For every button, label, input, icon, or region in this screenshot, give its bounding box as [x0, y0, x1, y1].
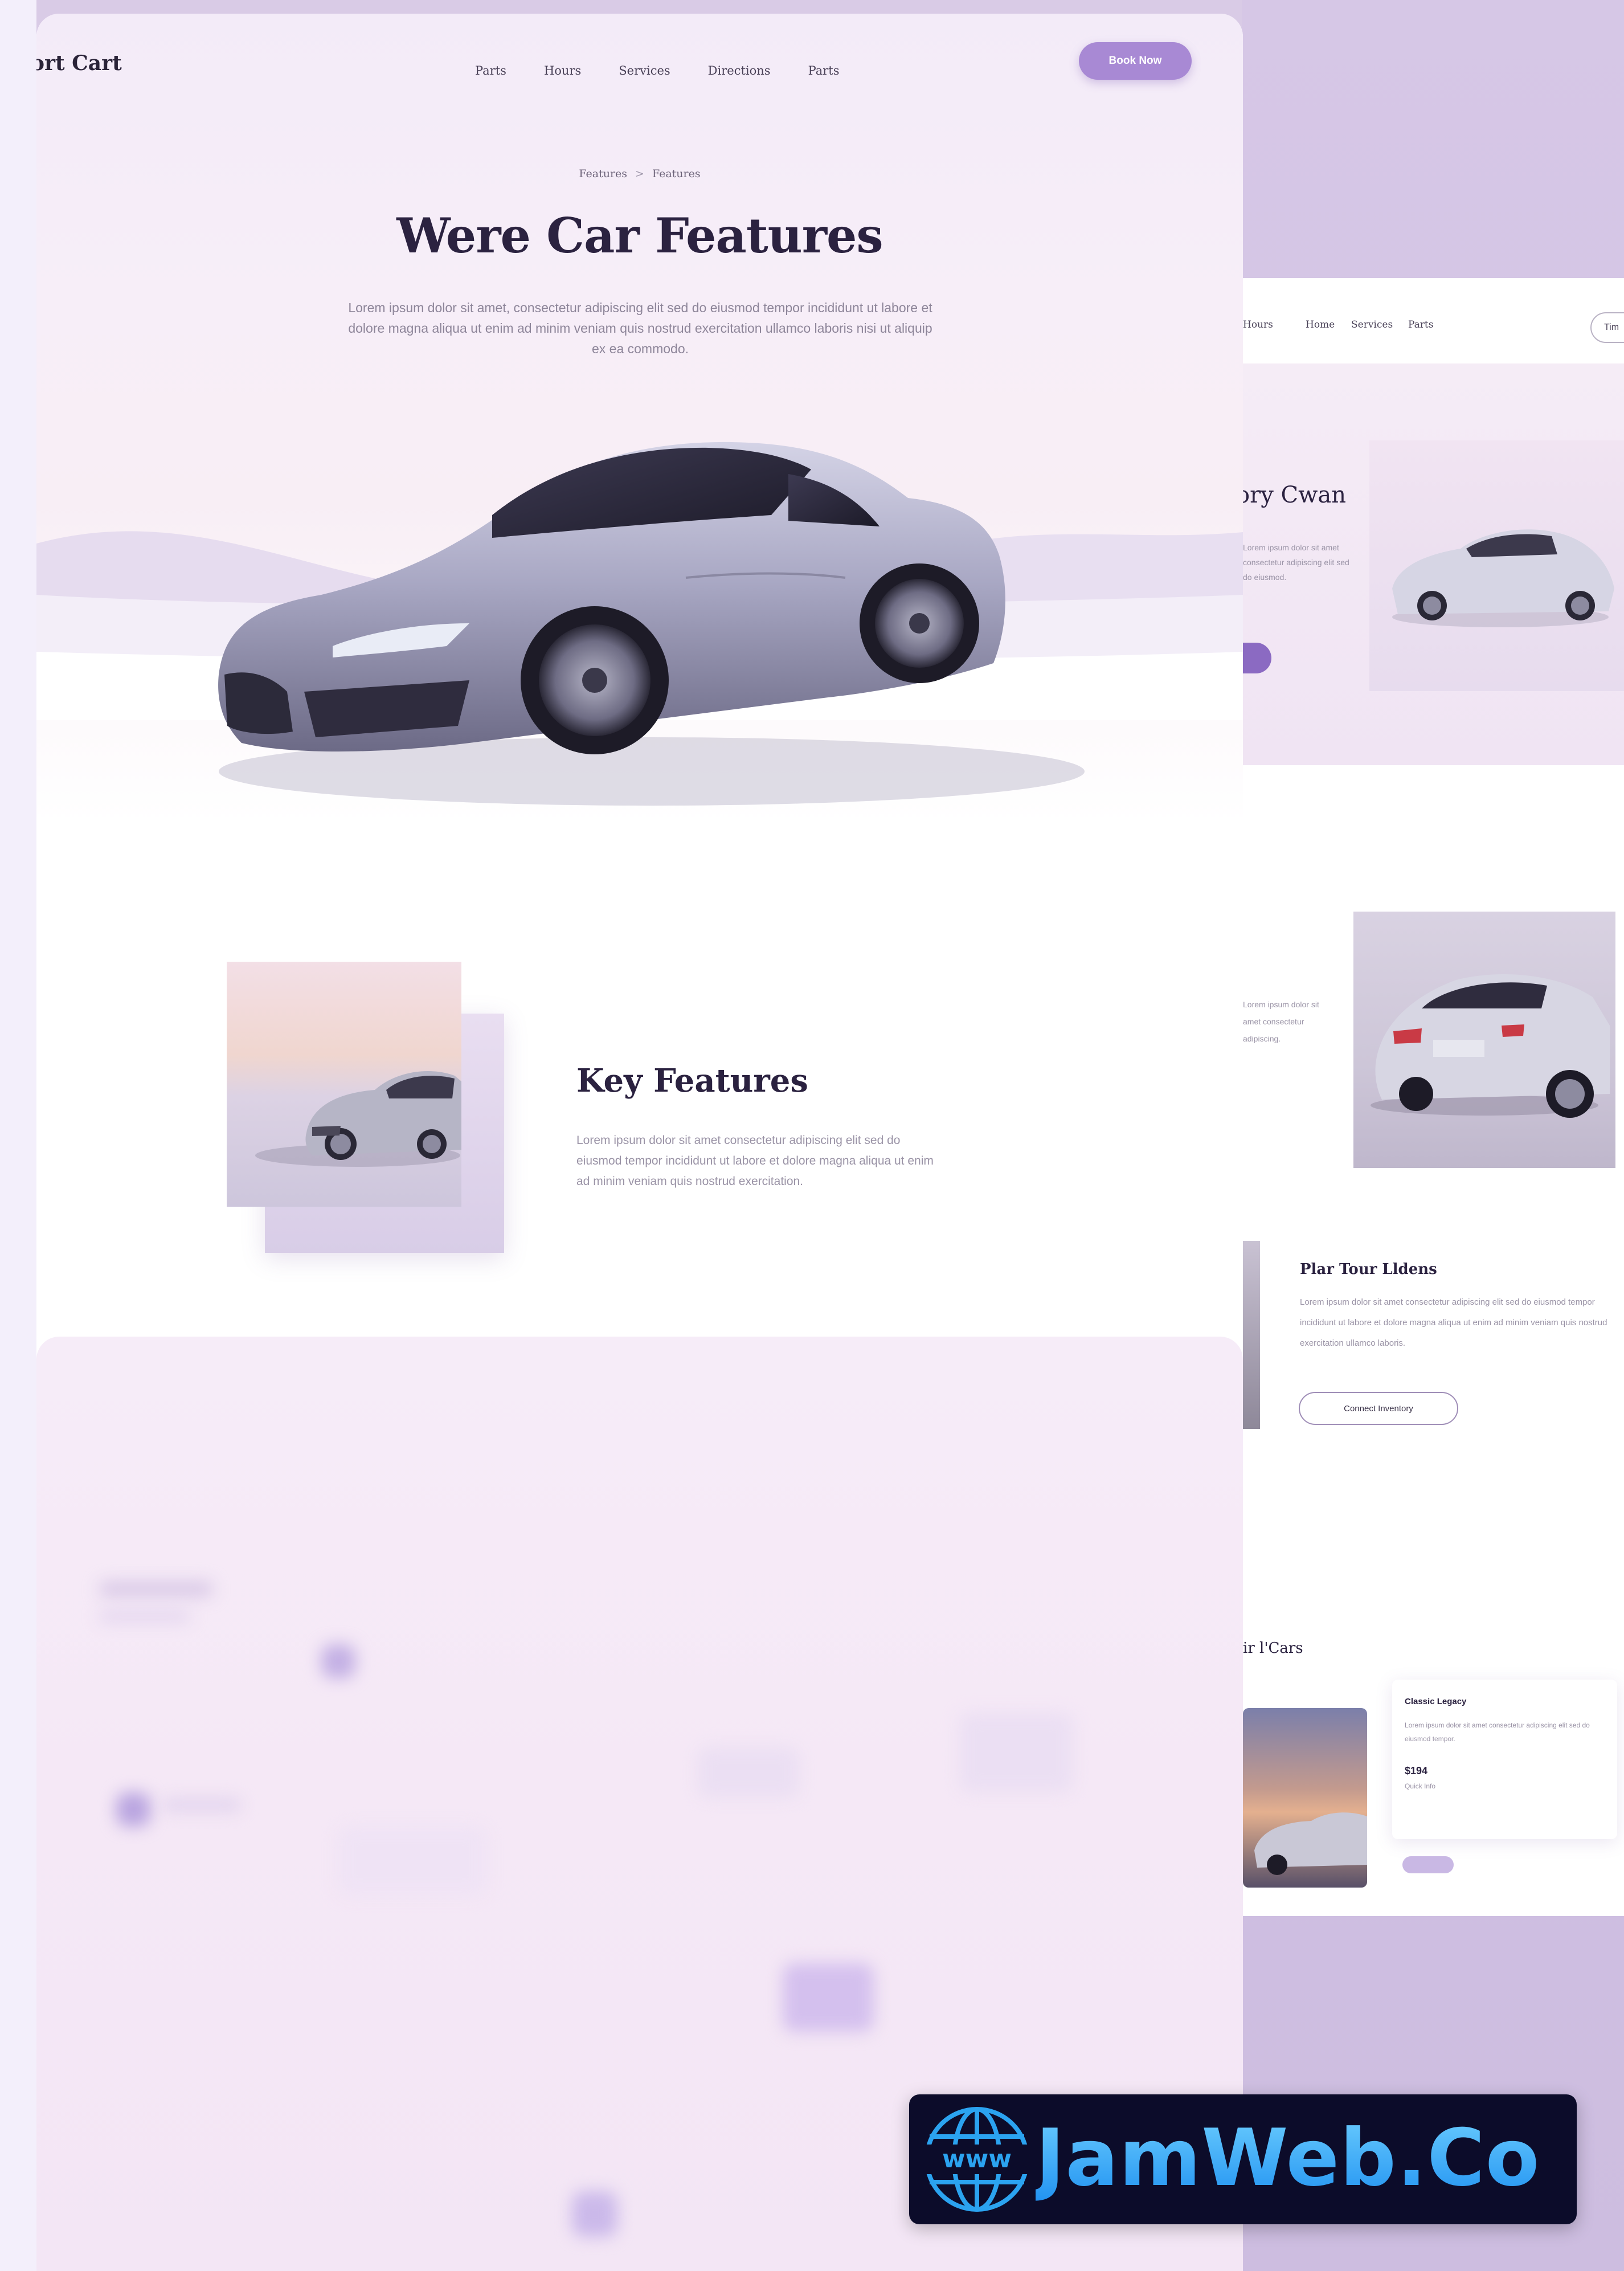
connect-inventory-button[interactable]: Connect Inventory [1299, 1392, 1458, 1425]
nav-button[interactable]: Tim [1590, 312, 1624, 343]
blurred-text [162, 1798, 242, 1812]
page-title: Were Car Features [396, 207, 883, 264]
nav-link-parts[interactable]: Parts [475, 64, 506, 77]
globe-label: www [942, 2145, 1012, 2174]
nav-link-hours[interactable]: Hours [544, 64, 581, 77]
rear-car-image [1353, 912, 1615, 1168]
top-nav: Parts Hours Services Directions Parts [475, 64, 840, 77]
secondary-hero-copy: Lorem ipsum dolor sit amet consectetur a… [1243, 543, 1349, 582]
section-heading: Plar Tour Lldens [1300, 1261, 1437, 1278]
watermark-badge: www JamWeb.Co [909, 2094, 1577, 2224]
blurred-text [959, 1713, 1073, 1792]
feature-car-image [227, 962, 461, 1207]
secondary-page-mockup: Hours Home Services Parts Tim ory Cwan L… [1243, 278, 1624, 1916]
blurred-icon [783, 1963, 874, 2032]
watermark-text: JamWeb.Co [1036, 2107, 1540, 2209]
blurred-text [99, 1610, 190, 1623]
blurred-card [338, 1827, 486, 1895]
book-now-button[interactable]: Book Now [1079, 42, 1192, 80]
globe-icon: www [918, 2107, 1036, 2212]
nav-link-parts-2[interactable]: Parts [808, 64, 840, 77]
nav-link-directions[interactable]: Directions [708, 64, 771, 77]
nav-link[interactable]: Parts [1408, 319, 1434, 330]
car-card-button[interactable] [1402, 1856, 1454, 1873]
breadcrumb-item[interactable]: Features [579, 168, 627, 180]
car-card[interactable]: Classic Legacy Lorem ipsum dolor sit ame… [1392, 1680, 1617, 1839]
secondary-hero-car-image [1369, 440, 1624, 691]
section-description: Lorem ipsum dolor sit amet consectetur a… [1300, 1297, 1607, 1348]
car-card-image [1243, 1708, 1367, 1888]
nav-link[interactable]: Services [1351, 319, 1393, 330]
car-card-subtext: Quick Info [1405, 1782, 1436, 1790]
car-card-title: Classic Legacy [1405, 1697, 1467, 1706]
car-card-price: $194 [1405, 1765, 1428, 1776]
left-margin [0, 0, 36, 2271]
nav-link[interactable]: Hours [1243, 319, 1273, 330]
blurred-text [697, 1747, 800, 1798]
blurred-icon [321, 1644, 355, 1678]
nav-link[interactable]: Home [1306, 319, 1335, 330]
breadcrumb-current: Features [652, 168, 701, 180]
cars-heading: ir l'Cars [1243, 1640, 1303, 1657]
secondary-hero-title: ory Cwan [1243, 482, 1346, 508]
secondary-nav: Hours Home Services Parts Tim [1243, 278, 1624, 364]
hero-car-image [218, 442, 1085, 806]
main-page-mockup: ort Cart Parts Hours Services Directions… [36, 14, 1243, 2271]
image-edge [1243, 1241, 1260, 1429]
blurred-text [99, 1582, 213, 1596]
features-heading: Key Features [576, 1062, 808, 1100]
nav-link-services[interactable]: Services [619, 64, 670, 77]
blurred-icon [572, 2191, 617, 2237]
breadcrumb-separator: > [635, 168, 644, 180]
blurred-icon [116, 1792, 150, 1827]
hero-description: Lorem ipsum dolor sit amet, consectetur … [348, 300, 932, 356]
car-card-description: Lorem ipsum dolor sit amet consectetur a… [1405, 1721, 1590, 1743]
logo[interactable]: ort Cart [36, 51, 122, 75]
breadcrumb: Features > Features [36, 168, 1243, 180]
features-description: Lorem ipsum dolor sit amet consectetur a… [576, 1134, 934, 1188]
section-copy: Lorem ipsum dolor sit amet consectetur a… [1243, 1000, 1319, 1043]
hero-section: ort Cart Parts Hours Services Directions… [36, 14, 1243, 823]
